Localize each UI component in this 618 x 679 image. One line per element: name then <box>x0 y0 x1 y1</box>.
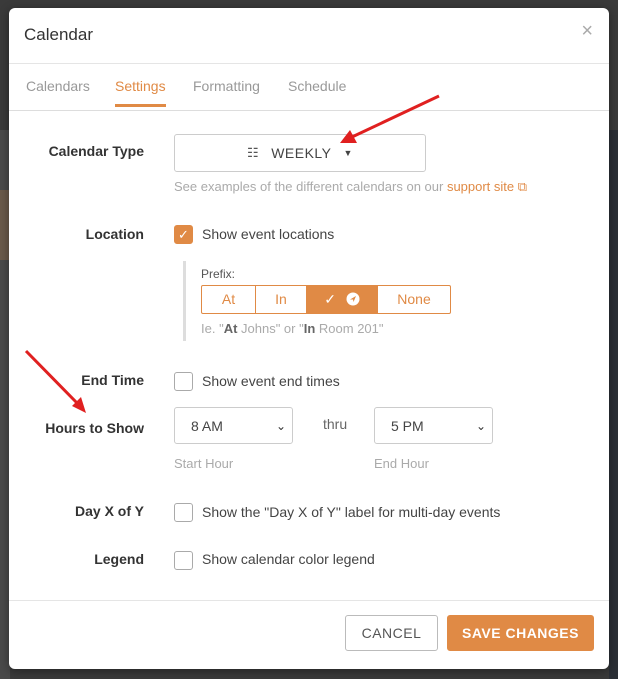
show-locations-label: Show event locations <box>202 226 335 242</box>
prefix-in-button[interactable]: In <box>256 286 307 313</box>
show-end-times-label: Show event end times <box>202 373 340 389</box>
end-time-label: End Time <box>81 372 144 388</box>
start-hour-value: 8 AM <box>191 418 223 434</box>
show-end-times-checkbox[interactable] <box>174 372 193 391</box>
caret-down-icon: ▼ <box>343 148 353 158</box>
prefix-segmented-control: At In ✓ None <box>201 285 451 314</box>
tab-schedule[interactable]: Schedule <box>288 78 346 108</box>
tab-formatting[interactable]: Formatting <box>193 78 260 108</box>
modal-footer: CANCEL SAVE CHANGES <box>9 601 609 669</box>
prefix-section: Prefix: At In ✓ None Ie. "At Johns" or "… <box>183 261 463 341</box>
calendar-modal: Calendar × Calendars Settings Formatting… <box>9 8 609 669</box>
prefix-pin-button[interactable]: ✓ <box>307 286 378 313</box>
close-icon[interactable]: × <box>581 21 593 41</box>
calendar-type-value: WEEKLY <box>271 145 332 161</box>
location-arrow-icon <box>346 292 360 306</box>
modal-title: Calendar <box>24 25 93 44</box>
end-hour-select[interactable]: 5 PM ⌄ <box>374 407 493 444</box>
day-x-of-y-checkbox[interactable] <box>174 503 193 522</box>
thru-text: thru <box>323 416 348 432</box>
tab-calendars[interactable]: Calendars <box>26 78 90 108</box>
support-site-link[interactable]: support site ⧉ <box>447 179 527 194</box>
calendar-type-label: Calendar Type <box>48 143 144 159</box>
list-icon: ☷ <box>247 145 260 160</box>
calendar-type-select[interactable]: ☷ WEEKLY ▼ <box>174 134 426 172</box>
settings-form: Calendar Type ☷ WEEKLY ▼ See examples of… <box>9 111 609 601</box>
show-locations-checkbox[interactable]: ✓ <box>174 225 193 244</box>
check-icon: ✓ <box>324 291 336 307</box>
start-hour-caption: Start Hour <box>174 456 234 471</box>
legend-label: Legend <box>94 551 144 567</box>
background-app-right <box>609 130 618 679</box>
calendar-type-help: See examples of the different calendars … <box>174 179 527 195</box>
help-text: See examples of the different calendars … <box>174 179 447 194</box>
modal-header: Calendar × <box>9 8 609 64</box>
check-icon: ✓ <box>178 227 189 242</box>
save-changes-button[interactable]: SAVE CHANGES <box>447 615 594 651</box>
day-x-of-y-label: Day X of Y <box>75 503 144 519</box>
end-hour-caption: End Hour <box>374 456 429 471</box>
prefix-none-button[interactable]: None <box>378 286 450 313</box>
tab-settings[interactable]: Settings <box>115 78 166 107</box>
tab-bar: Calendars Settings Formatting Schedule <box>9 64 609 111</box>
chevron-down-icon: ⌄ <box>475 419 486 433</box>
cancel-button[interactable]: CANCEL <box>345 615 438 651</box>
end-hour-value: 5 PM <box>391 418 424 434</box>
chevron-down-icon: ⌄ <box>275 419 286 433</box>
legend-checkbox-label: Show calendar color legend <box>202 551 375 567</box>
legend-checkbox[interactable] <box>174 551 193 570</box>
prefix-title: Prefix: <box>201 267 236 281</box>
location-label: Location <box>85 226 144 242</box>
prefix-at-button[interactable]: At <box>202 286 256 313</box>
day-x-of-y-checkbox-label: Show the "Day X of Y" label for multi-da… <box>202 504 501 520</box>
start-hour-select[interactable]: 8 AM ⌄ <box>174 407 293 444</box>
prefix-example: Ie. "At Johns" or "In Room 201" <box>201 321 384 336</box>
external-link-icon: ⧉ <box>517 179 528 194</box>
hours-to-show-label: Hours to Show <box>45 420 144 436</box>
